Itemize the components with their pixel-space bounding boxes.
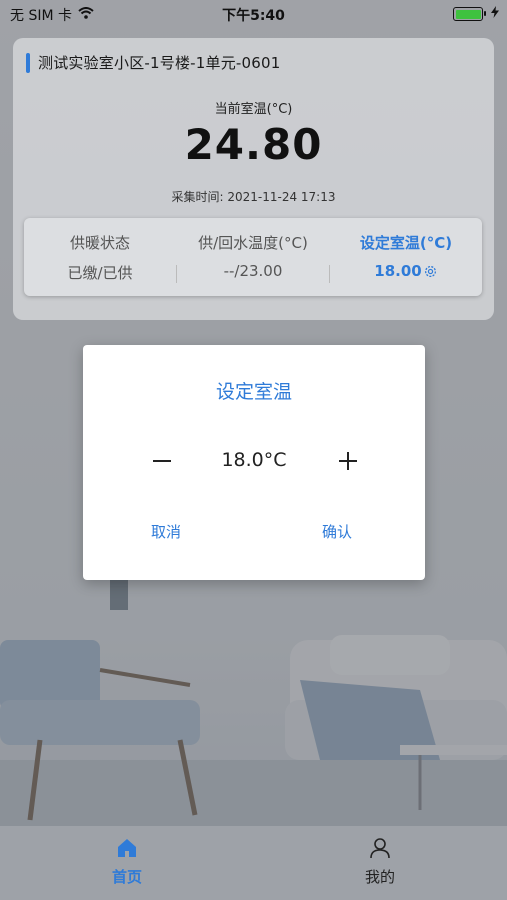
info-panel: 供暖状态 已缴/已供 供/回水温度(°C) --/23.00 设定室温(°C) … bbox=[24, 218, 482, 296]
gear-icon[interactable] bbox=[423, 264, 438, 279]
current-temp-label: 当前室温(°C) bbox=[214, 102, 293, 117]
water-temp-label: 供/回水温度(°C) bbox=[198, 234, 308, 252]
home-icon bbox=[118, 839, 136, 857]
dialog-title: 设定室温 bbox=[215, 381, 292, 403]
charging-bolt-icon bbox=[491, 6, 499, 22]
room-card: 测试实验室小区-1号楼-1单元-0601 当前室温(°C) 24.80 采集时间… bbox=[13, 38, 494, 320]
set-temp-dialog: 设定室温 18.0°C 取消 确认 bbox=[83, 345, 425, 580]
set-temp[interactable]: 设定室温(°C) 18.00 bbox=[330, 218, 482, 296]
tab-home[interactable]: 首页 bbox=[87, 836, 167, 887]
tab-me-label: 我的 bbox=[364, 868, 395, 886]
set-temp-value-row[interactable]: 18.00 bbox=[330, 262, 482, 280]
tab-me[interactable]: 我的 bbox=[340, 836, 420, 887]
status-bar: 无 SIM 卡 下午5:40 bbox=[0, 0, 507, 28]
water-temp-value: --/23.00 bbox=[223, 262, 283, 280]
set-temp-value: 18.00 bbox=[374, 262, 422, 280]
heating-status-label: 供暖状态 bbox=[69, 234, 130, 252]
battery-icon bbox=[453, 7, 486, 21]
heating-status: 供暖状态 已缴/已供 bbox=[24, 218, 176, 296]
room-title: 测试实验室小区-1号楼-1单元-0601 bbox=[26, 52, 281, 73]
title-accent-bar bbox=[26, 52, 30, 73]
heating-status-value: 已缴/已供 bbox=[67, 264, 133, 282]
collect-time: 采集时间: 2021-11-24 17:13 bbox=[171, 190, 336, 204]
cancel-button[interactable]: 取消 bbox=[151, 521, 181, 542]
water-temp: 供/回水温度(°C) --/23.00 bbox=[177, 218, 329, 296]
increase-button[interactable] bbox=[327, 445, 367, 477]
status-time: 下午5:40 bbox=[222, 8, 285, 24]
room-title-text: 测试实验室小区-1号楼-1单元-0601 bbox=[38, 54, 281, 72]
set-temp-label: 设定室温(°C) bbox=[359, 234, 453, 252]
confirm-button[interactable]: 确认 bbox=[322, 521, 352, 542]
tab-home-label: 首页 bbox=[111, 868, 142, 886]
user-icon bbox=[370, 838, 390, 859]
current-temp-value: 24.80 bbox=[184, 120, 323, 169]
tab-bar: 首页 我的 bbox=[0, 826, 507, 900]
dialog-temp-value: 18.0°C bbox=[221, 449, 287, 471]
